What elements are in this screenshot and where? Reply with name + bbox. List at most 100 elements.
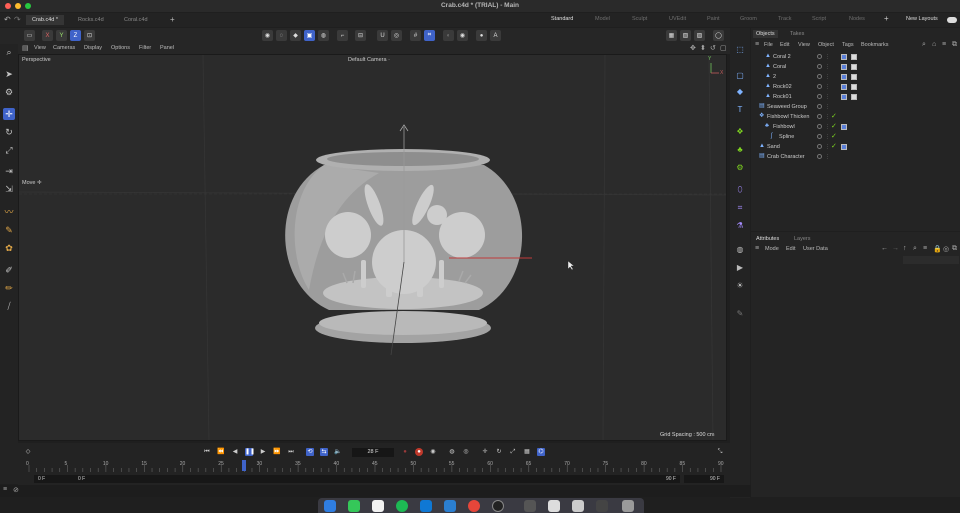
deformer-icon[interactable]: ⬯	[734, 184, 746, 196]
rotate-tool-icon[interactable]: ↻	[3, 126, 15, 138]
3d-viewport[interactable]: Perspective Default Camera · Move ✛ Grid…	[18, 54, 727, 441]
attr-up-icon[interactable]: ↑	[903, 245, 907, 252]
tab-attributes[interactable]: Attributes	[753, 235, 782, 243]
render-picture-viewer-icon[interactable]: ▧	[680, 30, 691, 41]
object-name[interactable]: Fishbowl	[773, 122, 795, 132]
vscode-app-icon[interactable]	[444, 500, 456, 512]
doc-tab-crab[interactable]: Crab.c4d *	[26, 15, 64, 25]
paint-brush-icon[interactable]: ✏	[3, 282, 15, 294]
light-object-icon[interactable]: ☀	[734, 280, 746, 292]
attr-menu-mode[interactable]: Mode	[765, 246, 779, 252]
null-object-icon[interactable]: ▢	[734, 70, 746, 82]
object-row[interactable]: ▲ Rock02 ⋮	[751, 82, 960, 92]
paint-tool-icon[interactable]: ✎	[734, 308, 746, 320]
doc-tab-rocks[interactable]: Rocks.c4d	[72, 15, 110, 25]
snap-grid-icon[interactable]: #	[410, 30, 421, 41]
layout-standard[interactable]: Standard	[551, 16, 573, 22]
layout-uvedit[interactable]: UVEdit	[669, 16, 686, 22]
attr-menu-user-data[interactable]: User Data	[803, 246, 828, 252]
visibility-dot-icon[interactable]	[817, 54, 822, 59]
object-row[interactable]: ♣ Fishbowl ⋮ ✓	[751, 122, 960, 132]
enabled-check-icon[interactable]: ✓	[831, 122, 837, 132]
polygons-mode-icon[interactable]: ◆	[290, 30, 301, 41]
material-tag-icon[interactable]	[841, 64, 847, 70]
edit-render-settings-icon[interactable]: ▨	[694, 30, 705, 41]
tab-layers[interactable]: Layers	[791, 235, 814, 243]
y-axis-lock-icon[interactable]: Y	[56, 30, 67, 41]
om-menu-object[interactable]: Object	[818, 42, 834, 48]
record-icon[interactable]: ●	[415, 448, 423, 456]
object-name[interactable]: 2	[773, 72, 776, 82]
end-frame-field[interactable]: 90 F	[684, 475, 724, 483]
viewport-menu-panel[interactable]: Panel	[160, 45, 174, 51]
start-frame-field[interactable]: 0 F	[34, 475, 74, 483]
visibility-dot-icon[interactable]	[817, 144, 822, 149]
attr-search-field[interactable]	[903, 256, 959, 264]
render-toggle-icon[interactable]: ⋮	[825, 132, 830, 142]
object-row[interactable]: ▤ Seaweed Group ⋮	[751, 102, 960, 112]
effector-icon[interactable]: ⚙	[734, 162, 746, 174]
selection-arrow-icon[interactable]: ➤	[3, 68, 15, 80]
render-toggle-icon[interactable]: ⋮	[825, 62, 830, 72]
visibility-dot-icon[interactable]	[817, 64, 822, 69]
go-to-start-icon[interactable]: ⏮	[203, 448, 211, 456]
object-row[interactable]: ▲ 2 ⋮	[751, 72, 960, 82]
attr-filter-icon[interactable]: ≡	[923, 245, 927, 252]
max-frame-field[interactable]: 90 F	[658, 475, 680, 483]
attr-forward-icon[interactable]: →	[892, 245, 899, 252]
render-settings-icon[interactable]: ▭	[24, 30, 35, 41]
snap-enable-icon[interactable]: ⌗	[424, 30, 435, 41]
add-layout-icon[interactable]: +	[884, 14, 889, 23]
enabled-check-icon[interactable]: ✓	[831, 112, 837, 122]
texture-mode-icon[interactable]: ◍	[318, 30, 329, 41]
live-selection-icon[interactable]: ⌕	[3, 46, 15, 58]
environment-icon[interactable]: ◍	[734, 244, 746, 256]
messages-app-icon[interactable]	[348, 500, 360, 512]
render-toggle-icon[interactable]: ⋮	[825, 102, 830, 112]
previous-key-icon[interactable]: ⏪	[217, 448, 225, 456]
symmetry-icon[interactable]: A	[490, 30, 501, 41]
visibility-dot-icon[interactable]	[817, 104, 822, 109]
attr-menu-edit[interactable]: Edit	[786, 246, 795, 252]
visibility-dot-icon[interactable]	[817, 114, 822, 119]
visibility-dot-icon[interactable]	[817, 154, 822, 159]
min-frame-field[interactable]: 0 F	[74, 475, 678, 483]
attr-menu-icon[interactable]: ≡	[755, 245, 759, 252]
finder-app-icon[interactable]	[324, 500, 336, 512]
render-toggle-icon[interactable]: ⋮	[825, 92, 830, 102]
magnet-icon[interactable]: U	[377, 30, 388, 41]
param-key-icon[interactable]: ▦	[523, 448, 531, 456]
viewport-menu-view[interactable]: View	[34, 45, 46, 51]
layout-script[interactable]: Script	[812, 16, 826, 22]
spline-sketch-icon[interactable]: ✎	[3, 224, 15, 236]
soft-selection-icon[interactable]: ◎	[391, 30, 402, 41]
next-key-icon[interactable]: ⏩	[273, 448, 281, 456]
coordinate-system-icon[interactable]: ⊡	[84, 30, 95, 41]
auto-key-icon[interactable]: ●	[401, 448, 409, 456]
enabled-check-icon[interactable]: ✓	[831, 142, 837, 152]
om-menu-bookmarks[interactable]: Bookmarks	[861, 42, 889, 48]
move-key-icon[interactable]: ✛	[481, 448, 489, 456]
document-thumbnail-4[interactable]	[596, 500, 608, 512]
layout-paint[interactable]: Paint	[707, 16, 720, 22]
object-row[interactable]: ▲ Coral 2 ⋮	[751, 52, 960, 62]
redo-icon[interactable]: ↷	[14, 15, 21, 24]
scale-key-icon[interactable]: ⤢	[509, 448, 517, 456]
om-home-icon[interactable]: ⌂	[932, 41, 936, 48]
render-view-icon[interactable]: ▦	[666, 30, 677, 41]
cloner-icon[interactable]: ♣	[734, 144, 746, 156]
render-toggle-icon[interactable]: ⋮	[825, 152, 830, 162]
scale-tool-icon[interactable]: ⤢	[3, 144, 15, 156]
workplane-icon[interactable]: ◐	[443, 30, 454, 41]
cube-object-icon[interactable]: ⬚	[734, 44, 746, 56]
attr-lock-icon[interactable]: 🔒	[933, 245, 942, 253]
cinema4d-app-icon[interactable]	[492, 500, 504, 512]
texture-tag-icon[interactable]	[851, 74, 857, 80]
next-frame-icon[interactable]: ▶	[259, 448, 267, 456]
generator-icon[interactable]: ❖	[734, 126, 746, 138]
render-toggle-icon[interactable]: ⋮	[825, 72, 830, 82]
object-name[interactable]: Rock02	[773, 82, 792, 92]
object-name[interactable]: Spline	[779, 132, 794, 142]
object-name[interactable]: Coral	[773, 62, 786, 72]
text-object-icon[interactable]: T	[734, 104, 746, 116]
